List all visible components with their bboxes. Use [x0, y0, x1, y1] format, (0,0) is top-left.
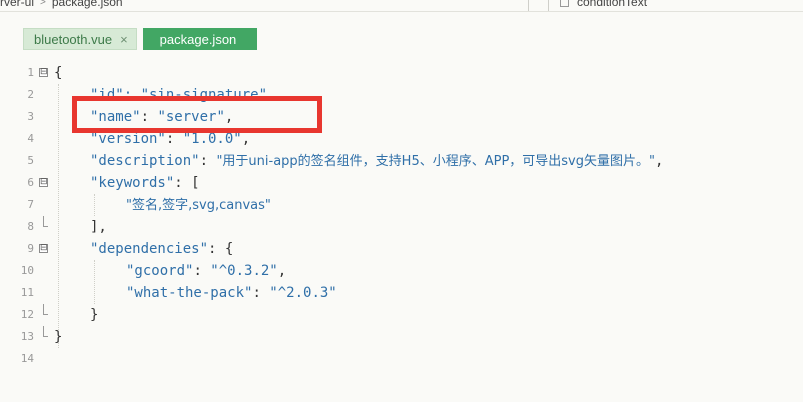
code-line: 7 "签名,签字,svg,canvas": [0, 194, 803, 216]
line-number: 14: [20, 352, 34, 365]
line-number: 10: [20, 264, 34, 277]
code-text: "dependencies": {: [90, 241, 234, 257]
code-line: 6 ⊟ "keywords": [: [0, 172, 803, 194]
code-text: }: [54, 329, 63, 345]
line-number: 6: [27, 176, 34, 189]
divider: [528, 0, 529, 11]
code-text: "description": "用于uni-app的签名组件，支持H5、小程序、…: [90, 153, 664, 169]
breadcrumb-folder[interactable]: rver-ui: [0, 0, 34, 9]
line-number: 4: [27, 132, 34, 145]
breadcrumb-separator: >: [40, 0, 46, 8]
code-line: 14: [0, 348, 803, 370]
code-text: {: [54, 65, 63, 81]
code-text: "what-the-pack": "^2.0.3": [126, 285, 337, 301]
line-number: 9: [27, 242, 34, 255]
code-text: ],: [90, 219, 107, 235]
line-number: 12: [20, 308, 34, 321]
code-line: 11 "what-the-pack": "^2.0.3": [0, 282, 803, 304]
fold-end-marker: [43, 326, 48, 337]
outline-icon[interactable]: [560, 0, 569, 7]
fold-end-marker: [43, 304, 48, 315]
line-number: 1: [27, 66, 34, 79]
editor-tabs: bluetooth.vue × package.json: [23, 28, 257, 50]
close-icon[interactable]: ×: [120, 32, 128, 47]
fold-toggle-icon[interactable]: ⊟: [39, 178, 48, 187]
line-number: 8: [27, 220, 34, 233]
top-breadcrumb-bar: rver-ui > package.json conditionText: [0, 0, 803, 12]
code-text: "签名,签字,svg,canvas": [126, 198, 271, 213]
tab-package-json[interactable]: package.json: [142, 28, 257, 50]
line-number: 7: [27, 198, 34, 211]
code-line: 10 "gcoord": "^0.3.2",: [0, 260, 803, 282]
breadcrumb: rver-ui > package.json: [0, 0, 123, 10]
line-number: 5: [27, 154, 34, 167]
fold-end-marker: [43, 216, 48, 227]
fold-toggle-icon[interactable]: ⊟: [39, 68, 48, 77]
code-text: "gcoord": "^0.3.2",: [126, 263, 287, 279]
code-line: 9 ⊟ "dependencies": {: [0, 238, 803, 260]
code-text: }: [90, 307, 99, 323]
code-line: 8 ],: [0, 216, 803, 238]
breadcrumb-file[interactable]: package.json: [52, 0, 123, 9]
code-line: 5 "description": "用于uni-app的签名组件，支持H5、小程…: [0, 150, 803, 172]
line-number: 2: [27, 88, 34, 101]
code-text: "keywords": [: [90, 175, 200, 191]
code-line: 1 ⊟ {: [0, 62, 803, 84]
right-panel-header: conditionText: [560, 0, 647, 10]
divider: [548, 0, 549, 11]
line-number: 11: [20, 286, 34, 299]
code-line: 13 }: [0, 326, 803, 348]
fold-toggle-icon[interactable]: ⊟: [39, 244, 48, 253]
highlight-annotation-box: [72, 96, 322, 133]
right-panel-label[interactable]: conditionText: [577, 0, 647, 9]
code-line: 12 }: [0, 304, 803, 326]
tab-bluetooth-vue[interactable]: bluetooth.vue ×: [23, 28, 137, 50]
line-number: 13: [20, 330, 34, 343]
tab-label: bluetooth.vue: [34, 31, 113, 47]
tab-label: package.json: [159, 31, 237, 47]
line-number: 3: [27, 110, 34, 123]
